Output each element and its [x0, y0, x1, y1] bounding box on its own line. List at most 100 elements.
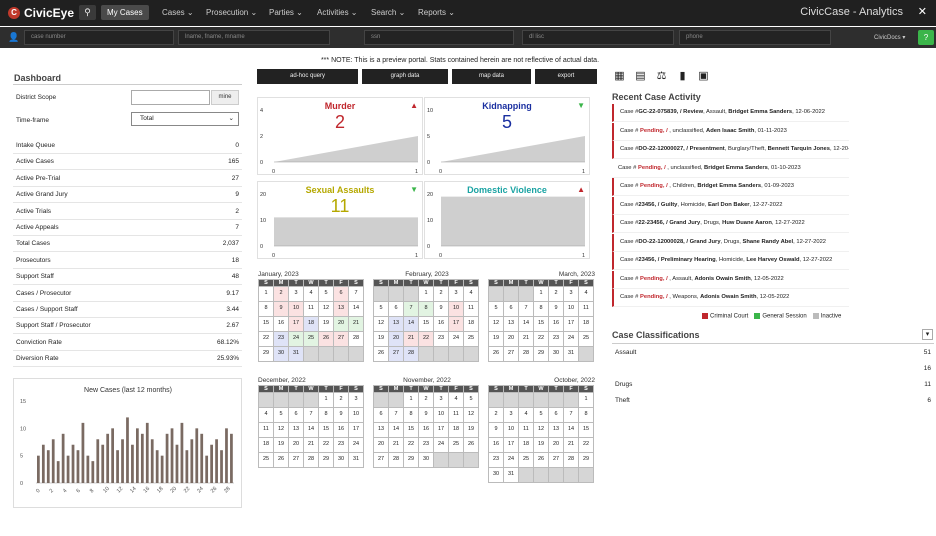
- calendar-day[interactable]: 12: [374, 317, 389, 332]
- nav-activities[interactable]: Activities ⌄: [317, 5, 358, 20]
- calendar-day[interactable]: 15: [534, 317, 549, 332]
- calendar-day[interactable]: 3: [449, 287, 464, 302]
- calendar-day[interactable]: 27: [549, 453, 564, 468]
- calendar-day[interactable]: 1: [534, 287, 549, 302]
- calendar-day[interactable]: 1: [404, 393, 419, 408]
- case-number-status[interactable]: GC-22-075839, / Review: [638, 109, 703, 115]
- case-number-status[interactable]: Pending, /: [638, 165, 667, 171]
- calendar-day[interactable]: 19: [319, 317, 334, 332]
- calendar-day[interactable]: 15: [404, 423, 419, 438]
- calendar-day[interactable]: 10: [289, 302, 304, 317]
- calendar-day[interactable]: 10: [349, 408, 364, 423]
- calendar-day[interactable]: 13: [549, 423, 564, 438]
- activity-item[interactable]: Case #DO-22-12000028, / Grand Jury, Drug…: [612, 233, 849, 252]
- calendar-day[interactable]: 18: [449, 423, 464, 438]
- calendar-day[interactable]: 13: [289, 423, 304, 438]
- calendar-day[interactable]: 29: [404, 453, 419, 468]
- map-data-button[interactable]: map data: [452, 69, 531, 84]
- calendar-day[interactable]: 6: [389, 302, 404, 317]
- classification-row[interactable]: 16: [612, 361, 934, 377]
- activity-item[interactable]: Case # Pending, / , unclassified, Bridge…: [612, 160, 849, 178]
- ledger-icon[interactable]: ▣: [696, 69, 711, 84]
- calendar-day[interactable]: 18: [579, 317, 594, 332]
- nav-parties[interactable]: Parties ⌄: [269, 5, 303, 20]
- calendar-day[interactable]: 8: [534, 302, 549, 317]
- calendar-day[interactable]: 9: [419, 408, 434, 423]
- calendar-day[interactable]: 11: [449, 408, 464, 423]
- case-number-status[interactable]: 23456, / Guilty: [638, 202, 677, 208]
- name-input[interactable]: lname, fname, mname: [178, 30, 330, 45]
- case-number-status[interactable]: Pending, /: [640, 294, 669, 300]
- calendar-day[interactable]: 31: [349, 453, 364, 468]
- party-name[interactable]: Bridget Emma Sanders: [728, 109, 792, 115]
- calendar-day[interactable]: 8: [579, 408, 594, 423]
- calendar-day[interactable]: 4: [579, 287, 594, 302]
- calendar-day[interactable]: 23: [334, 438, 349, 453]
- calendar-day[interactable]: 24: [434, 438, 449, 453]
- calendar-day[interactable]: 24: [564, 332, 579, 347]
- mine-button[interactable]: mine: [211, 90, 239, 105]
- calendar-day[interactable]: 27: [289, 453, 304, 468]
- calendar-day[interactable]: 20: [289, 438, 304, 453]
- calendar-day[interactable]: 30: [274, 347, 289, 362]
- case-number-status[interactable]: 22-23456, / Grand Jury: [638, 220, 700, 226]
- calendar-day[interactable]: 28: [564, 453, 579, 468]
- calendar-day[interactable]: 7: [519, 302, 534, 317]
- case-number-status[interactable]: 23456, / Preliminary Hearing: [638, 257, 715, 263]
- calendar-day[interactable]: 16: [434, 317, 449, 332]
- party-name[interactable]: Lee Harvey Oswald: [746, 257, 799, 263]
- nav-cases[interactable]: Cases ⌄: [162, 5, 194, 20]
- calendar-day[interactable]: 29: [579, 453, 594, 468]
- case-number-status[interactable]: Pending, /: [640, 276, 669, 282]
- calendar-day[interactable]: 2: [274, 287, 289, 302]
- calendar-day[interactable]: 24: [349, 438, 364, 453]
- calendar-day[interactable]: 21: [304, 438, 319, 453]
- calendar-day[interactable]: 14: [389, 423, 404, 438]
- calendar-day[interactable]: 25: [464, 332, 479, 347]
- user-icon[interactable]: 👤: [8, 32, 19, 43]
- calendar-day[interactable]: 6: [504, 302, 519, 317]
- calendar-day[interactable]: 4: [519, 408, 534, 423]
- calendar-day[interactable]: 10: [449, 302, 464, 317]
- phone-input[interactable]: phone: [679, 30, 831, 45]
- calendar-day[interactable]: 13: [334, 302, 349, 317]
- calendar-day[interactable]: 17: [564, 317, 579, 332]
- calendar-day[interactable]: 28: [304, 453, 319, 468]
- calendar-day[interactable]: 19: [489, 332, 504, 347]
- activity-item[interactable]: Case # Pending, / , Children, Bridget Em…: [612, 178, 849, 196]
- calendar-day[interactable]: 16: [274, 317, 289, 332]
- calendar-day[interactable]: 1: [419, 287, 434, 302]
- calendar-day[interactable]: 28: [519, 347, 534, 362]
- case-number-input[interactable]: case number: [24, 30, 174, 45]
- calendar-day[interactable]: 26: [464, 438, 479, 453]
- calendar-day[interactable]: 25: [449, 438, 464, 453]
- calendar-day[interactable]: 30: [489, 468, 504, 483]
- calendar-day[interactable]: 24: [449, 332, 464, 347]
- calendar-day[interactable]: 28: [389, 453, 404, 468]
- calendar-day[interactable]: 19: [464, 423, 479, 438]
- calendar-day[interactable]: 21: [564, 438, 579, 453]
- calendar-day[interactable]: 21: [519, 332, 534, 347]
- stat-card[interactable]: Sexual Assaults 11 ▼ 20 10 0 0 1: [257, 181, 423, 259]
- calendar-day[interactable]: 14: [304, 423, 319, 438]
- calendar-day[interactable]: 15: [419, 317, 434, 332]
- calendar-day[interactable]: 5: [489, 302, 504, 317]
- calendar-day[interactable]: 22: [259, 332, 274, 347]
- calendar-day[interactable]: 23: [434, 332, 449, 347]
- calendar-day[interactable]: 15: [259, 317, 274, 332]
- dl-lisc-input[interactable]: dl lisc: [522, 30, 674, 45]
- calendar-day[interactable]: 9: [334, 408, 349, 423]
- calendar-day[interactable]: 17: [449, 317, 464, 332]
- calendar-day[interactable]: 5: [319, 287, 334, 302]
- calendar-day[interactable]: 22: [419, 332, 434, 347]
- calendar-day[interactable]: 18: [464, 317, 479, 332]
- case-number-status[interactable]: Pending, /: [640, 183, 669, 189]
- classification-row[interactable]: Assault 51: [612, 345, 934, 361]
- activity-item[interactable]: Case # Pending, / , Weapons, Adonis Owai…: [612, 289, 849, 307]
- calculator-icon[interactable]: ▦: [612, 69, 627, 84]
- calendar-day[interactable]: 1: [319, 393, 334, 408]
- district-scope-input[interactable]: [131, 90, 210, 105]
- calendar-day[interactable]: 21: [389, 438, 404, 453]
- calendar-day[interactable]: 26: [489, 347, 504, 362]
- calendar-day[interactable]: 22: [579, 438, 594, 453]
